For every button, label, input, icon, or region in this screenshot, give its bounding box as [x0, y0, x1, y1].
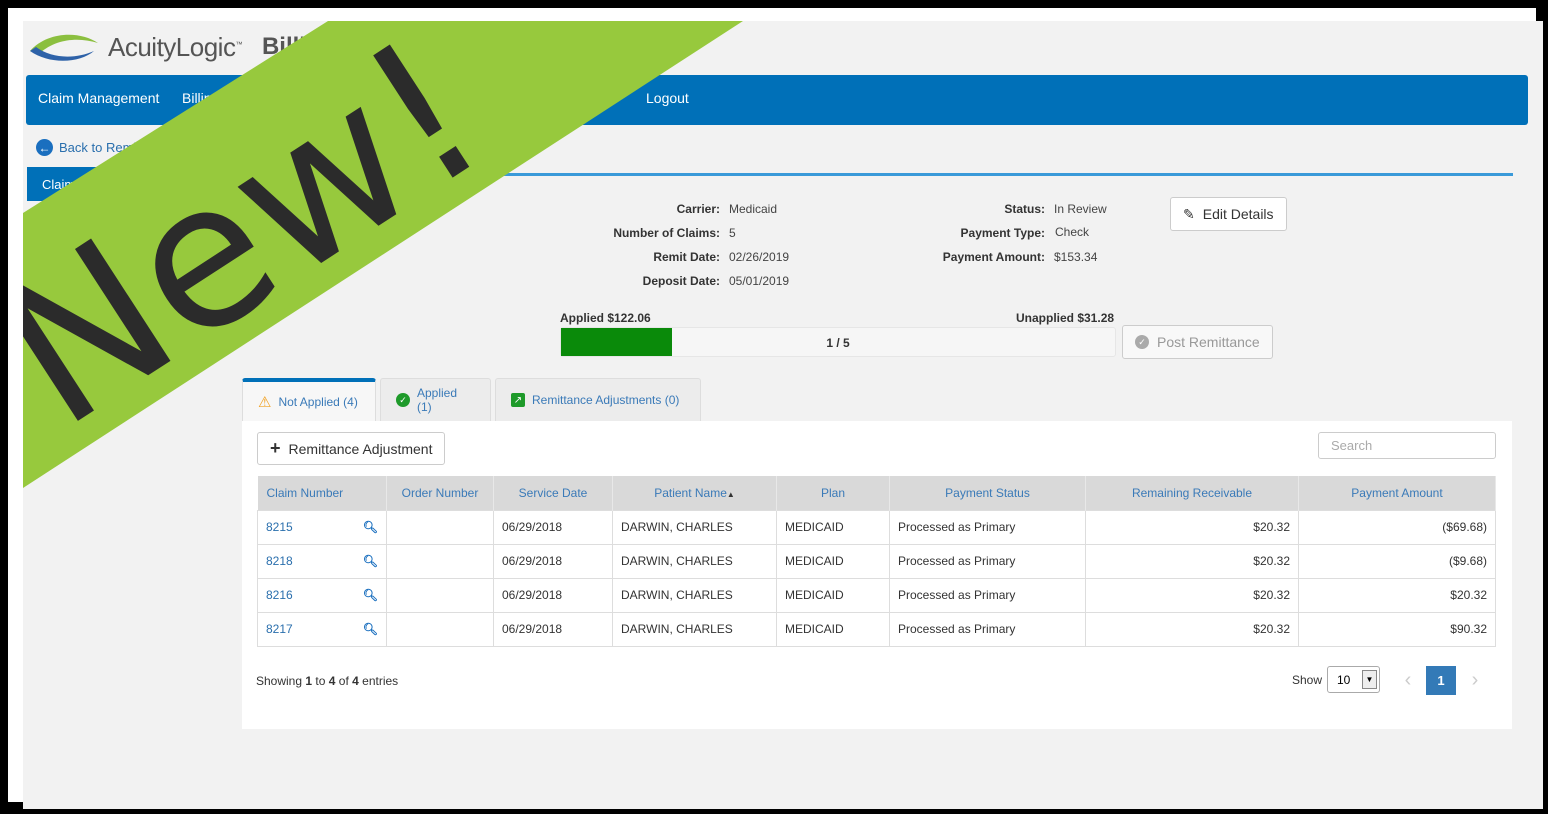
banner-text: New!	[23, 21, 521, 472]
app: AcuityLogic™ Billing Claim Management Bi…	[23, 21, 1543, 809]
screenshot-frame: AcuityLogic™ Billing Claim Management Bi…	[0, 0, 1548, 814]
new-banner: New!	[23, 21, 743, 488]
